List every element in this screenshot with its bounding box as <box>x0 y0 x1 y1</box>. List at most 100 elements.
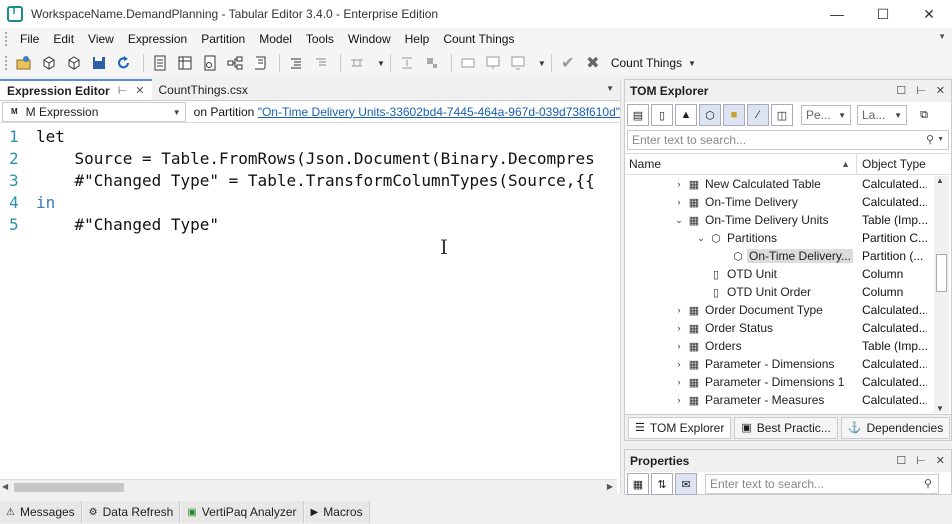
display-folders-icon[interactable]: ■ <box>723 104 745 126</box>
column-header-name[interactable]: Name ▲ <box>625 154 857 174</box>
menu-view[interactable]: View <box>81 32 121 46</box>
tree-row[interactable]: › ▦ On-Time Delivery Calculated... <box>625 193 951 211</box>
tab-list-dropdown-icon[interactable]: ▼ <box>606 84 614 93</box>
macro-comment-icon[interactable] <box>482 52 504 74</box>
tab-expression-editor[interactable]: Expression Editor ⊢ ✕ <box>0 79 152 100</box>
tree-row[interactable]: ▯ OTD Unit Order Column <box>625 283 951 301</box>
expand-chevron-icon[interactable]: › <box>673 179 685 189</box>
tab-vertipaq-analyzer[interactable]: ▣ VertiPaq Analyzer <box>181 501 304 523</box>
menu-file[interactable]: File <box>13 32 46 46</box>
tree-row[interactable]: ▯ OTD Unit Column <box>625 265 951 283</box>
maximize-button[interactable]: ☐ <box>860 0 906 28</box>
copy-icon[interactable]: ⧉ <box>913 104 935 126</box>
expand-chevron-icon[interactable]: › <box>673 197 685 207</box>
column-view-icon[interactable]: ◫ <box>771 104 793 126</box>
code-editor[interactable]: 1 let 2 Source = Table.FromRows(Json.Doc… <box>0 125 621 465</box>
scroll-thumb[interactable] <box>14 483 124 492</box>
tab-macros[interactable]: ▶ Macros <box>304 501 370 523</box>
expand-chevron-icon[interactable]: › <box>673 359 685 369</box>
scroll-thumb[interactable] <box>936 254 947 292</box>
menu-help[interactable]: Help <box>398 32 437 46</box>
show-columns-icon[interactable]: ▯ <box>651 104 673 126</box>
cancel-x-icon[interactable]: ✖ <box>582 52 604 74</box>
language-dropdown[interactable]: La... ▼ <box>857 105 907 125</box>
expand-chevron-icon[interactable]: › <box>673 305 685 315</box>
menu-window[interactable]: Window <box>341 32 398 46</box>
scroll-left-icon[interactable]: ◀ <box>2 482 8 491</box>
tab-dependencies[interactable]: ⚓ Dependencies <box>840 416 951 439</box>
macro-dropdown-icon[interactable]: ▼ <box>538 59 546 68</box>
new-script-icon[interactable] <box>249 52 271 74</box>
macro-record-icon[interactable] <box>457 52 479 74</box>
new-dax-query-icon[interactable] <box>199 52 221 74</box>
menu-overflow-icon[interactable]: ▼ <box>938 32 946 41</box>
tree-row[interactable]: › ▦ Parameter - Dimensions 1 Calculated... <box>625 373 951 391</box>
menu-edit[interactable]: Edit <box>46 32 81 46</box>
count-things-macro-button[interactable]: Count Things <box>611 56 682 70</box>
expand-chevron-icon[interactable]: ⌄ <box>695 233 707 244</box>
tree-row[interactable]: › ▦ Order Status Calculated... <box>625 319 951 337</box>
new-pivot-icon[interactable] <box>174 52 196 74</box>
scroll-down-icon[interactable]: ▼ <box>936 404 944 413</box>
properties-search-input[interactable]: Enter text to search... ⚲ <box>705 474 939 494</box>
vertical-scrollbar[interactable]: ▲ ▼ <box>934 176 949 413</box>
maximize-pane-icon[interactable]: ☐ <box>896 454 906 467</box>
expand-chevron-icon[interactable]: ⌄ <box>673 215 685 226</box>
show-hidden-icon[interactable]: ∕ <box>747 104 769 126</box>
tree-row[interactable]: › ▦ Parameter - Measures Calculated... <box>625 391 951 409</box>
partition-link[interactable]: "On-Time Delivery Units-33602bd4-7445-46… <box>258 105 620 119</box>
horizontal-scrollbar[interactable]: ◀ ▶ <box>0 479 617 494</box>
expand-chevron-icon[interactable]: › <box>673 377 685 387</box>
menu-expression[interactable]: Expression <box>121 32 194 46</box>
menu-count-things[interactable]: Count Things <box>436 32 521 46</box>
open-model-icon[interactable] <box>13 52 35 74</box>
show-measures-icon[interactable]: ▤ <box>627 104 649 126</box>
format-dax-short-icon[interactable] <box>310 52 332 74</box>
tab-best-practice[interactable]: ▣ Best Practic... <box>734 416 838 439</box>
tree-row[interactable]: › ▦ Orders Table (Imp... <box>625 337 951 355</box>
tab-data-refresh[interactable]: ⚙ Data Refresh <box>82 501 181 523</box>
tree-row[interactable]: › ▦ Parameter - Dimensions Calculated... <box>625 355 951 373</box>
pin-icon[interactable]: ⊢ <box>118 84 128 97</box>
new-document-icon[interactable] <box>149 52 171 74</box>
alphabetical-sort-icon[interactable]: ⇅ <box>651 473 673 495</box>
perspective-dropdown[interactable]: Pe... ▼ <box>801 105 851 125</box>
tree-row[interactable]: ›▦Parameter - Selected M...Calculated... <box>625 409 951 410</box>
step-over-icon[interactable] <box>396 52 418 74</box>
tree-row[interactable]: ⬡ On-Time Delivery... Partition (... <box>625 247 951 265</box>
scroll-right-icon[interactable]: ▶ <box>607 482 613 491</box>
format-dax-icon[interactable] <box>285 52 307 74</box>
maximize-pane-icon[interactable]: ☐ <box>896 84 906 97</box>
save-icon[interactable] <box>88 52 110 74</box>
menu-partition[interactable]: Partition <box>194 32 252 46</box>
close-tab-icon[interactable]: ✕ <box>135 84 144 97</box>
property-pages-icon[interactable]: ✉ <box>675 473 697 495</box>
debug-dropdown-icon[interactable]: ▼ <box>377 59 385 68</box>
tree-row[interactable]: › ▦ Order Document Type Calculated... <box>625 301 951 319</box>
tom-search-input[interactable]: Enter text to search... ⚲ ▼ <box>627 130 949 150</box>
accept-check-icon[interactable]: ✔ <box>557 52 579 74</box>
pin-icon[interactable]: ⊢ <box>916 454 926 467</box>
search-icon[interactable]: ⚲ <box>924 477 932 490</box>
tree-row[interactable]: ⌄ ▦ On-Time Delivery Units Table (Imp... <box>625 211 951 229</box>
column-header-object-type[interactable]: Object Type <box>857 154 926 174</box>
close-pane-icon[interactable]: ✕ <box>936 84 945 97</box>
open-file-icon[interactable] <box>38 52 60 74</box>
scroll-up-icon[interactable]: ▲ <box>936 176 944 185</box>
show-partitions-icon[interactable]: ⬡ <box>699 104 721 126</box>
tree-row[interactable]: › ▦ New Calculated Table Calculated... <box>625 175 951 193</box>
debug-icon[interactable] <box>346 52 368 74</box>
tab-messages[interactable]: ⚠ Messages <box>0 501 82 523</box>
macro-run-icon[interactable] <box>507 52 529 74</box>
tree-row[interactable]: ⌄ ⬡ Partitions Partition C... <box>625 229 951 247</box>
minimize-button[interactable]: — <box>814 0 860 28</box>
expand-chevron-icon[interactable]: › <box>673 395 685 405</box>
new-diagram-icon[interactable] <box>224 52 246 74</box>
expand-chevron-icon[interactable]: › <box>673 323 685 333</box>
count-things-dropdown-icon[interactable]: ▼ <box>688 59 696 68</box>
pin-icon[interactable]: ⊢ <box>916 84 926 97</box>
refresh-icon[interactable] <box>113 52 135 74</box>
search-dropdown-icon[interactable]: ▼ <box>937 136 944 143</box>
menu-model[interactable]: Model <box>252 32 299 46</box>
close-pane-icon[interactable]: ✕ <box>936 454 945 467</box>
